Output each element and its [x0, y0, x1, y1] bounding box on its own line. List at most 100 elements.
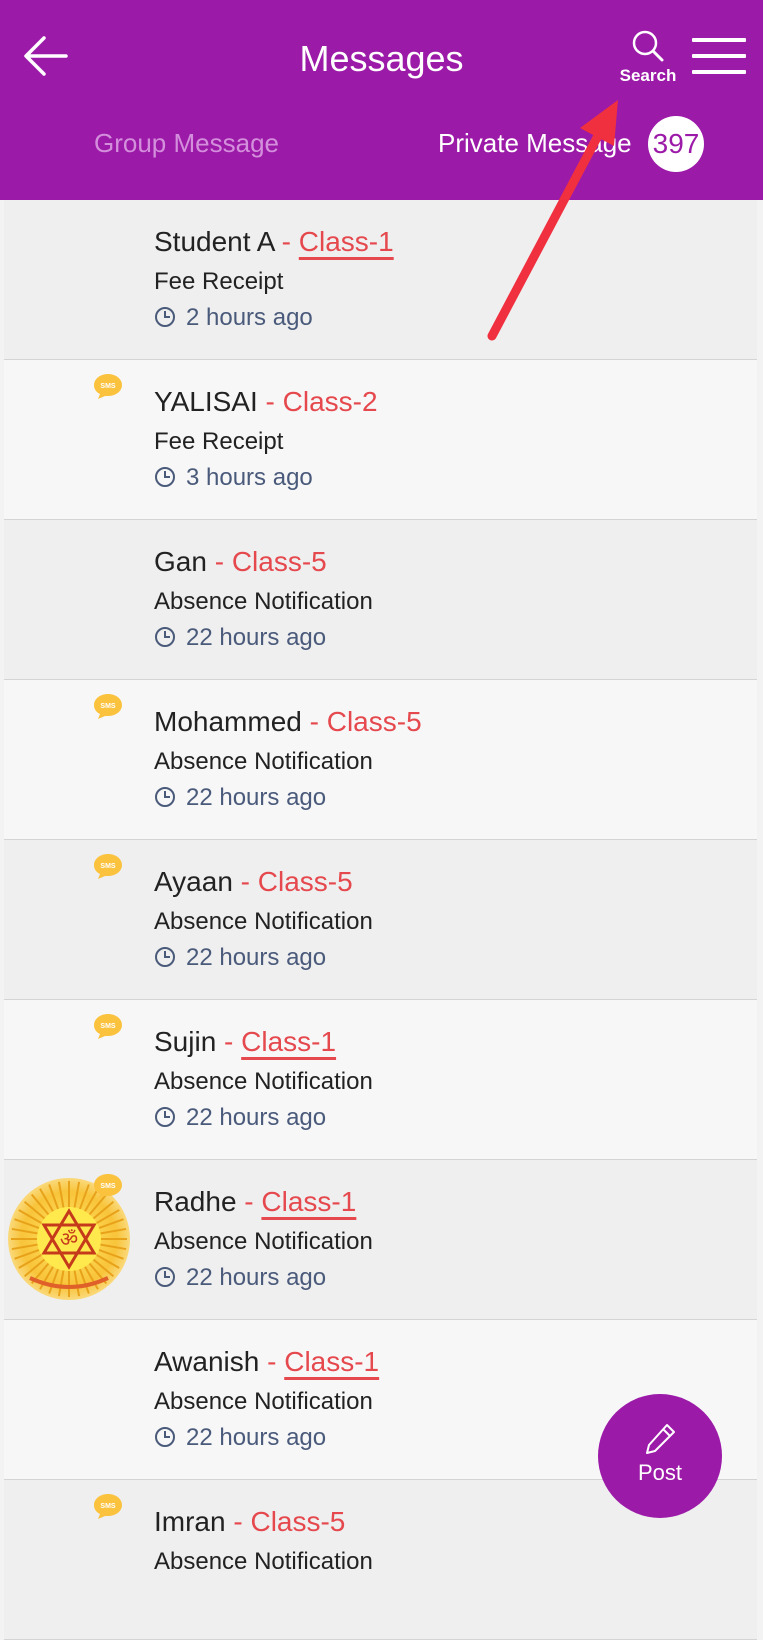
message-list-item[interactable]: ॐ SMS Radhe - Class-1 Absence Notificati… [4, 1160, 757, 1320]
time-text: 22 hours ago [186, 944, 327, 971]
message-sender: Radhe - Class-1 [154, 1186, 356, 1218]
message-sender: Imran - Class-5 [154, 1506, 345, 1538]
message-list-item[interactable]: Gan - Class-5 Absence Notification 22 ho… [4, 520, 757, 680]
clock-icon [155, 787, 175, 807]
sender-name: Imran [154, 1506, 226, 1537]
unread-count-badge: 397 [648, 116, 704, 172]
time-text: 2 hours ago [186, 304, 313, 331]
message-time: 22 hours ago [154, 784, 326, 812]
clock-icon [155, 467, 175, 487]
message-time: 22 hours ago [154, 1424, 326, 1452]
time-text: 22 hours ago [186, 1264, 327, 1291]
sms-icon: SMS [94, 694, 122, 719]
sender-name: Gan [154, 546, 207, 577]
sender-name: Sujin [154, 1026, 217, 1057]
clock-icon [155, 307, 175, 327]
message-time: 22 hours ago [154, 1264, 326, 1292]
svg-text:SMS: SMS [100, 1023, 116, 1030]
time-text: 22 hours ago [186, 624, 327, 651]
svg-text:SMS: SMS [100, 703, 116, 710]
svg-text:SMS: SMS [100, 1503, 116, 1510]
class-separator: - [301, 706, 327, 737]
message-sender: Sujin - Class-1 [154, 1026, 336, 1058]
app-header: Messages Search Group Message Private Me… [0, 0, 763, 200]
class-separator: - [273, 226, 299, 257]
message-subject: Absence Notification [154, 1228, 373, 1255]
class-separator: - [236, 1186, 262, 1217]
message-time: 22 hours ago [154, 624, 326, 652]
time-text: 22 hours ago [186, 1424, 327, 1451]
sms-icon: SMS [94, 374, 122, 399]
sms-icon: SMS [94, 1174, 122, 1199]
message-sender: Gan - Class-5 [154, 546, 327, 578]
message-list-item[interactable]: SMS Sujin - Class-1 Absence Notification… [4, 1000, 757, 1160]
class-link[interactable]: Class-1 [241, 1026, 336, 1057]
message-time: 2 hours ago [154, 304, 313, 332]
message-sender: Ayaan - Class-5 [154, 866, 353, 898]
message-list-item[interactable]: SMS Ayaan - Class-5 Absence Notification… [4, 840, 757, 1000]
sms-icon: SMS [94, 854, 122, 879]
message-subject: Absence Notification [154, 908, 373, 935]
class-link[interactable]: Class-2 [283, 386, 378, 417]
sms-icon: SMS [94, 1494, 122, 1519]
class-link[interactable]: Class-1 [284, 1346, 379, 1377]
menu-line [692, 54, 746, 58]
sms-icon: SMS [94, 1014, 122, 1039]
sender-name: Awanish [154, 1346, 260, 1377]
clock-icon [155, 947, 175, 967]
clock-icon [155, 1427, 175, 1447]
time-text: 22 hours ago [186, 784, 327, 811]
sender-name: Radhe [154, 1186, 237, 1217]
message-time: 22 hours ago [154, 1104, 326, 1132]
svg-text:ॐ: ॐ [60, 1227, 78, 1251]
search-icon [632, 30, 664, 62]
time-text: 22 hours ago [186, 1104, 327, 1131]
message-subject: Absence Notification [154, 748, 373, 775]
sender-name: YALISAI [154, 386, 258, 417]
pencil-icon [646, 1424, 675, 1454]
clock-icon [155, 627, 175, 647]
clock-icon [155, 1107, 175, 1127]
message-list-item[interactable]: Student A - Class-1 Fee Receipt 2 hours … [4, 200, 757, 360]
message-subject: Absence Notification [154, 1548, 373, 1575]
post-button[interactable]: Post [598, 1394, 722, 1518]
svg-text:SMS: SMS [100, 1183, 116, 1190]
message-sender: YALISAI - Class-2 [154, 386, 378, 418]
message-subject: Fee Receipt [154, 268, 284, 295]
class-link[interactable]: Class-1 [261, 1186, 356, 1217]
class-link[interactable]: Class-5 [250, 1506, 345, 1537]
message-time: 22 hours ago [154, 944, 326, 972]
sender-name: Ayaan [154, 866, 233, 897]
clock-icon [155, 1267, 175, 1287]
time-text: 3 hours ago [186, 464, 313, 491]
class-link[interactable]: Class-1 [299, 226, 394, 257]
class-separator: - [232, 866, 258, 897]
class-link[interactable]: Class-5 [258, 866, 353, 897]
class-separator: - [225, 1506, 251, 1537]
message-subject: Fee Receipt [154, 428, 284, 455]
post-label: Post [637, 1460, 683, 1485]
menu-line [692, 38, 746, 42]
menu-line [692, 70, 746, 74]
class-link[interactable]: Class-5 [232, 546, 327, 577]
message-subject: Absence Notification [154, 1068, 373, 1095]
class-separator: - [216, 1026, 242, 1057]
message-sender: Student A - Class-1 [154, 226, 394, 258]
tab-group-message[interactable]: Group Message [94, 128, 279, 159]
svg-text:SMS: SMS [100, 863, 116, 870]
sender-name: Mohammed [154, 706, 302, 737]
class-link[interactable]: Class-5 [327, 706, 422, 737]
svg-text:SMS: SMS [100, 383, 116, 390]
message-subject: Absence Notification [154, 588, 373, 615]
hamburger-menu-button[interactable] [692, 38, 746, 80]
message-sender: Awanish - Class-1 [154, 1346, 379, 1378]
message-list-item[interactable]: SMS Mohammed - Class-5 Absence Notificat… [4, 680, 757, 840]
message-sender: Mohammed - Class-5 [154, 706, 422, 738]
message-subject: Absence Notification [154, 1388, 373, 1415]
tab-private-message[interactable]: Private Message [438, 128, 632, 159]
search-button[interactable]: Search [608, 28, 688, 92]
class-separator: - [259, 1346, 285, 1377]
message-time: 3 hours ago [154, 464, 313, 492]
message-list-item[interactable]: SMS YALISAI - Class-2 Fee Receipt 3 hour… [4, 360, 757, 520]
class-separator: - [257, 386, 283, 417]
